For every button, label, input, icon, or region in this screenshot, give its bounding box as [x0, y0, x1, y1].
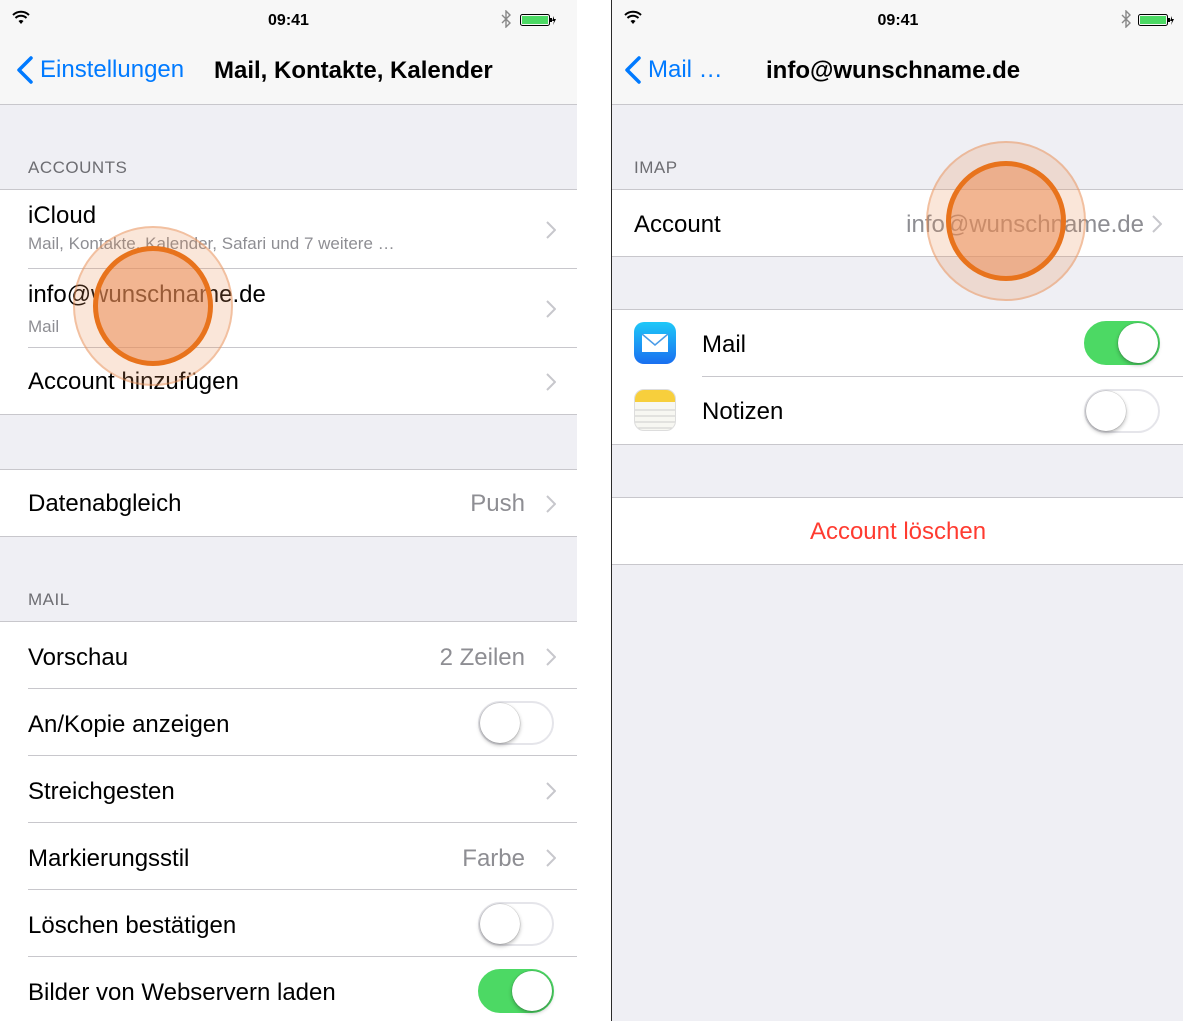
account-subtitle: Mail: [28, 317, 60, 336]
account-row-info[interactable]: info@wunschname.de Mail: [0, 269, 577, 348]
account-detail-screen: 09:41 Mail … info@wunschname.de IMAP Acc…: [611, 0, 1183, 1021]
service-row-mail: Mail: [612, 310, 1183, 377]
account-row[interactable]: Account info@wunschname.de: [612, 190, 1183, 256]
battery-icon: [520, 14, 556, 26]
page-title: Mail, Kontakte, Kalender: [214, 57, 493, 84]
setting-label: Bilder von Webservern laden: [28, 979, 336, 1006]
notes-sync-toggle[interactable]: [1084, 389, 1160, 433]
chevron-right-icon: [1152, 215, 1162, 233]
fetch-label: Datenabgleich: [28, 490, 182, 517]
fetch-group: Datenabgleich Push: [0, 469, 577, 537]
flag-style-row[interactable]: Markierungsstil Farbe: [0, 823, 577, 890]
mail-app-icon: [634, 322, 676, 364]
setting-label: Vorschau: [28, 644, 129, 671]
setting-value: Farbe: [462, 845, 525, 872]
screen-divider: [577, 0, 611, 1021]
delete-group: Account löschen: [612, 497, 1183, 565]
setting-label: An/Kopie anzeigen: [28, 711, 230, 738]
bluetooth-icon: [1121, 10, 1131, 28]
chevron-right-icon: [546, 495, 556, 513]
chevron-right-icon: [546, 300, 556, 318]
delete-account-button[interactable]: Account löschen: [612, 498, 1183, 564]
mail-settings-group: Vorschau 2 Zeilen An/Kopie anzeigen Stre…: [0, 621, 577, 1021]
navigation-bar: Einstellungen Mail, Kontakte, Kalender: [0, 36, 577, 105]
show-to-cc-toggle[interactable]: [478, 701, 554, 745]
setting-label: Streichgesten: [28, 778, 175, 805]
ask-before-deleting-row: Löschen bestätigen: [0, 890, 577, 957]
load-remote-images-row: Bilder von Webservern laden: [0, 957, 577, 1021]
section-header-mail: MAIL: [28, 590, 70, 609]
service-label: Mail: [702, 331, 747, 358]
chevron-right-icon: [546, 373, 556, 391]
add-account-row[interactable]: Account hinzufügen: [0, 348, 577, 414]
page-title: info@wunschname.de: [766, 57, 1021, 84]
delete-account-label: Account löschen: [809, 518, 987, 545]
account-row-icloud[interactable]: iCloud Mail, Kontakte, Kalender, Safari …: [0, 190, 577, 269]
settings-screen-mail: 09:41 Einstellungen Mail, Kontakte, Kale…: [0, 0, 578, 1021]
service-label: Notizen: [702, 398, 784, 425]
swipe-options-row[interactable]: Streichgesten: [0, 756, 577, 823]
chevron-right-icon: [546, 849, 556, 867]
imap-group: Account info@wunschname.de: [612, 189, 1183, 257]
account-subtitle: Mail, Kontakte, Kalender, Safari und 7 w…: [28, 234, 395, 253]
battery-icon: [1138, 14, 1174, 26]
chevron-right-icon: [546, 648, 556, 666]
back-button[interactable]: Einstellungen: [16, 56, 184, 84]
section-header-imap: IMAP: [634, 158, 678, 177]
status-time: 09:41: [877, 12, 919, 29]
service-row-notes: Notizen: [612, 377, 1183, 444]
chevron-left-icon: [625, 56, 641, 84]
fetch-row[interactable]: Datenabgleich Push: [0, 470, 577, 536]
services-group: Mail Notizen: [612, 309, 1183, 445]
status-bar: 09:41: [612, 0, 1183, 36]
add-account-label: Account hinzufügen: [28, 368, 239, 395]
account-title: info@wunschname.de: [28, 281, 266, 308]
setting-label: Löschen bestätigen: [28, 912, 237, 939]
mail-sync-toggle[interactable]: [1084, 321, 1160, 365]
account-value: info@wunschname.de: [906, 211, 1144, 238]
chevron-right-icon: [546, 221, 556, 239]
status-bar: 09:41: [0, 0, 577, 36]
navigation-bar: Mail … info@wunschname.de: [612, 36, 1183, 105]
load-remote-images-toggle[interactable]: [478, 969, 554, 1013]
accounts-group: iCloud Mail, Kontakte, Kalender, Safari …: [0, 189, 577, 415]
ask-before-deleting-toggle[interactable]: [478, 902, 554, 946]
account-title: iCloud: [28, 202, 97, 229]
back-button-label: Mail …: [648, 56, 723, 83]
account-label: Account: [634, 211, 721, 238]
bluetooth-icon: [501, 10, 511, 28]
setting-value: 2 Zeilen: [439, 644, 525, 671]
section-header-accounts: ACCOUNTS: [28, 158, 128, 177]
show-to-cc-row: An/Kopie anzeigen: [0, 689, 577, 756]
preview-row[interactable]: Vorschau 2 Zeilen: [0, 622, 577, 689]
back-button[interactable]: Mail …: [624, 56, 723, 84]
chevron-right-icon: [546, 782, 556, 800]
fetch-value: Push: [470, 490, 525, 517]
chevron-left-icon: [17, 56, 33, 84]
back-button-label: Einstellungen: [40, 56, 185, 83]
status-time: 09:41: [268, 12, 309, 29]
setting-label: Markierungsstil: [28, 845, 190, 872]
notes-app-icon: [634, 389, 676, 431]
